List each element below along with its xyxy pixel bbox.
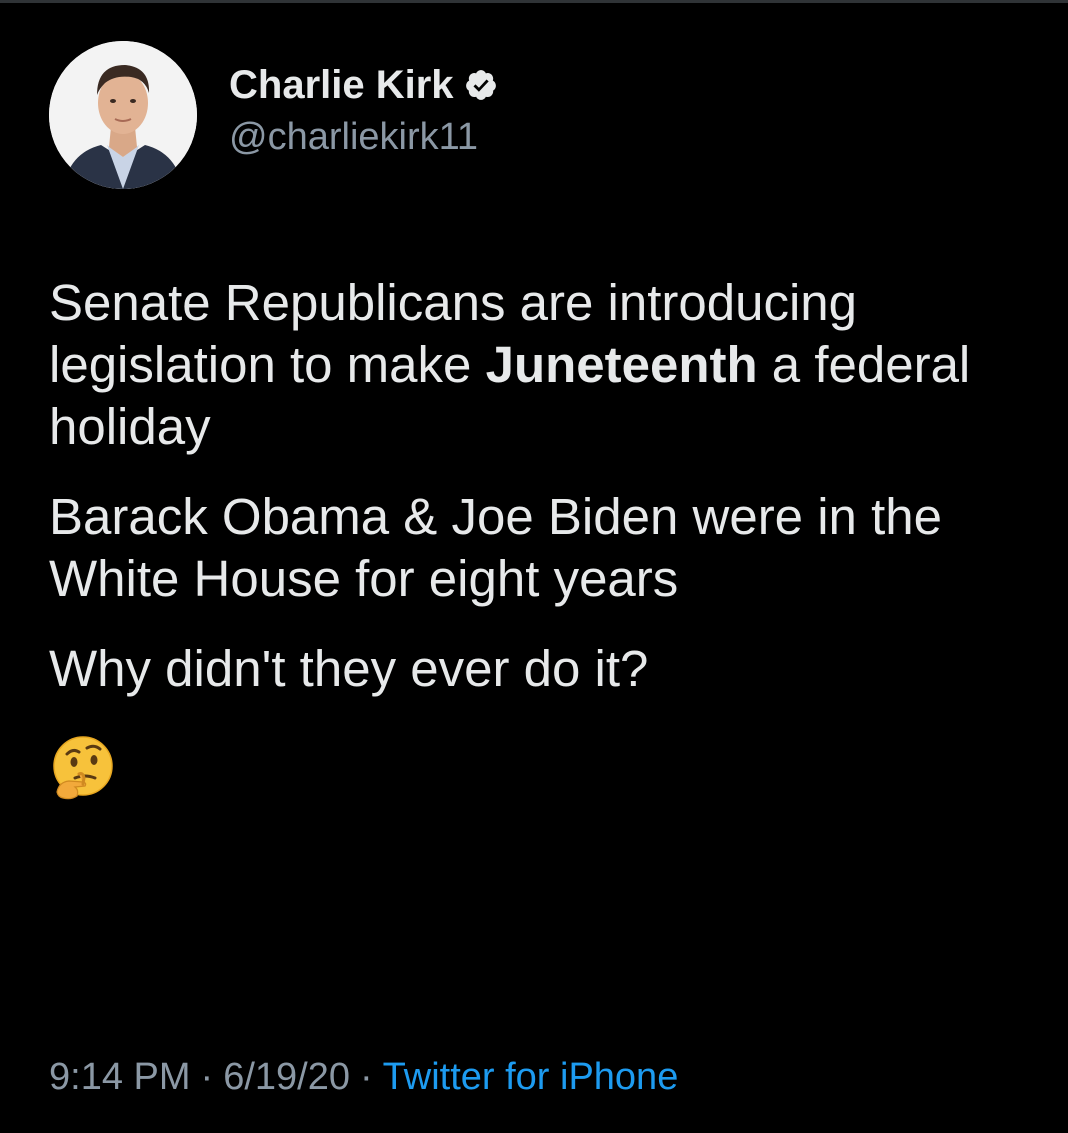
tweet-paragraph-2: Barack Obama & Joe Biden were in the Whi… xyxy=(49,488,942,607)
tweet-paragraph-3: Why didn't they ever do it? xyxy=(49,640,649,697)
verified-badge-icon xyxy=(464,68,498,102)
name-row: Charlie Kirk xyxy=(229,61,498,109)
avatar-photo xyxy=(49,41,197,189)
author-handle[interactable]: @charliekirk11 xyxy=(229,113,498,161)
tweet-footer: 9:14 PM · 6/19/20 · Twitter for iPhone xyxy=(49,1052,678,1102)
tweet-text: Senate Republicans are introducing legis… xyxy=(49,272,1049,816)
separator-dot: · xyxy=(359,1056,373,1098)
author-names: Charlie Kirk @charliekirk11 xyxy=(229,61,498,161)
thinking-face-emoji-icon xyxy=(49,734,117,802)
tweet-date[interactable]: 6/19/20 xyxy=(223,1056,350,1098)
tweet-paragraph-1: Senate Republicans are introducing legis… xyxy=(49,272,1049,458)
display-name[interactable]: Charlie Kirk xyxy=(229,61,454,109)
tweet-header: Charlie Kirk @charliekirk11 xyxy=(49,40,498,190)
hashtag-juneteenth[interactable]: Juneteenth xyxy=(486,336,758,393)
avatar[interactable] xyxy=(49,41,197,189)
separator-dot: · xyxy=(200,1056,214,1098)
top-divider xyxy=(0,0,1068,3)
tweet-source-link[interactable]: Twitter for iPhone xyxy=(383,1056,679,1098)
tweet-time[interactable]: 9:14 PM xyxy=(49,1056,191,1098)
